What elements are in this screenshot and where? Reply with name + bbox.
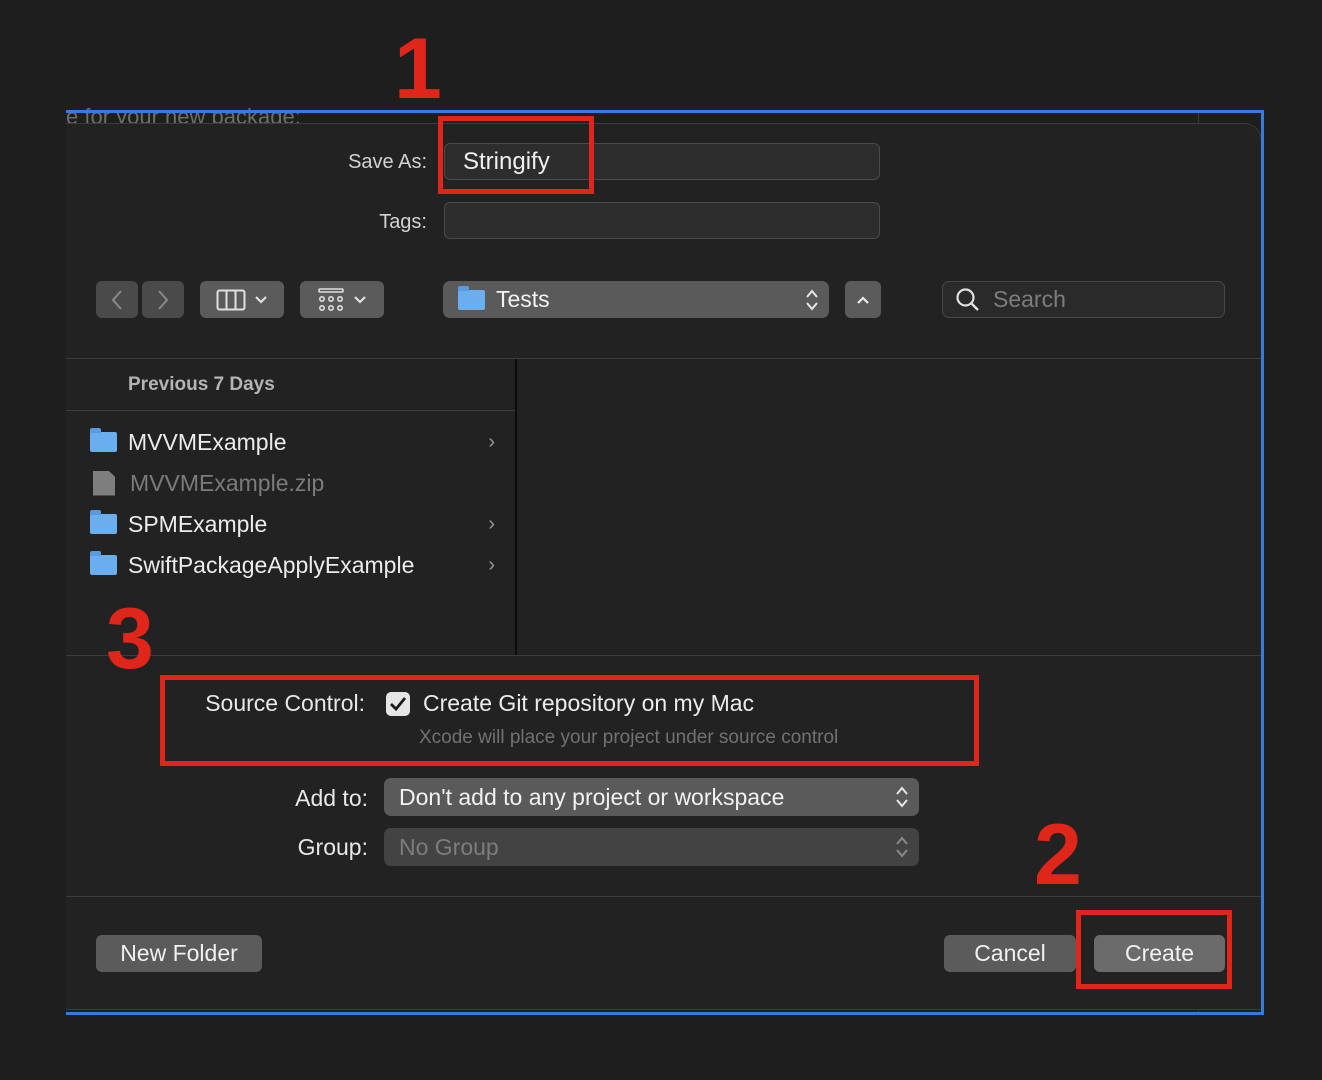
annotation-box-source-control [160,675,979,766]
step-number-1: 1 [394,21,442,117]
annotation-box-create [1076,910,1232,989]
annotation-box-save-as [438,116,594,194]
step-number-3: 3 [106,591,154,687]
selection-frame [66,110,1264,1015]
step-number-2: 2 [1034,807,1082,903]
